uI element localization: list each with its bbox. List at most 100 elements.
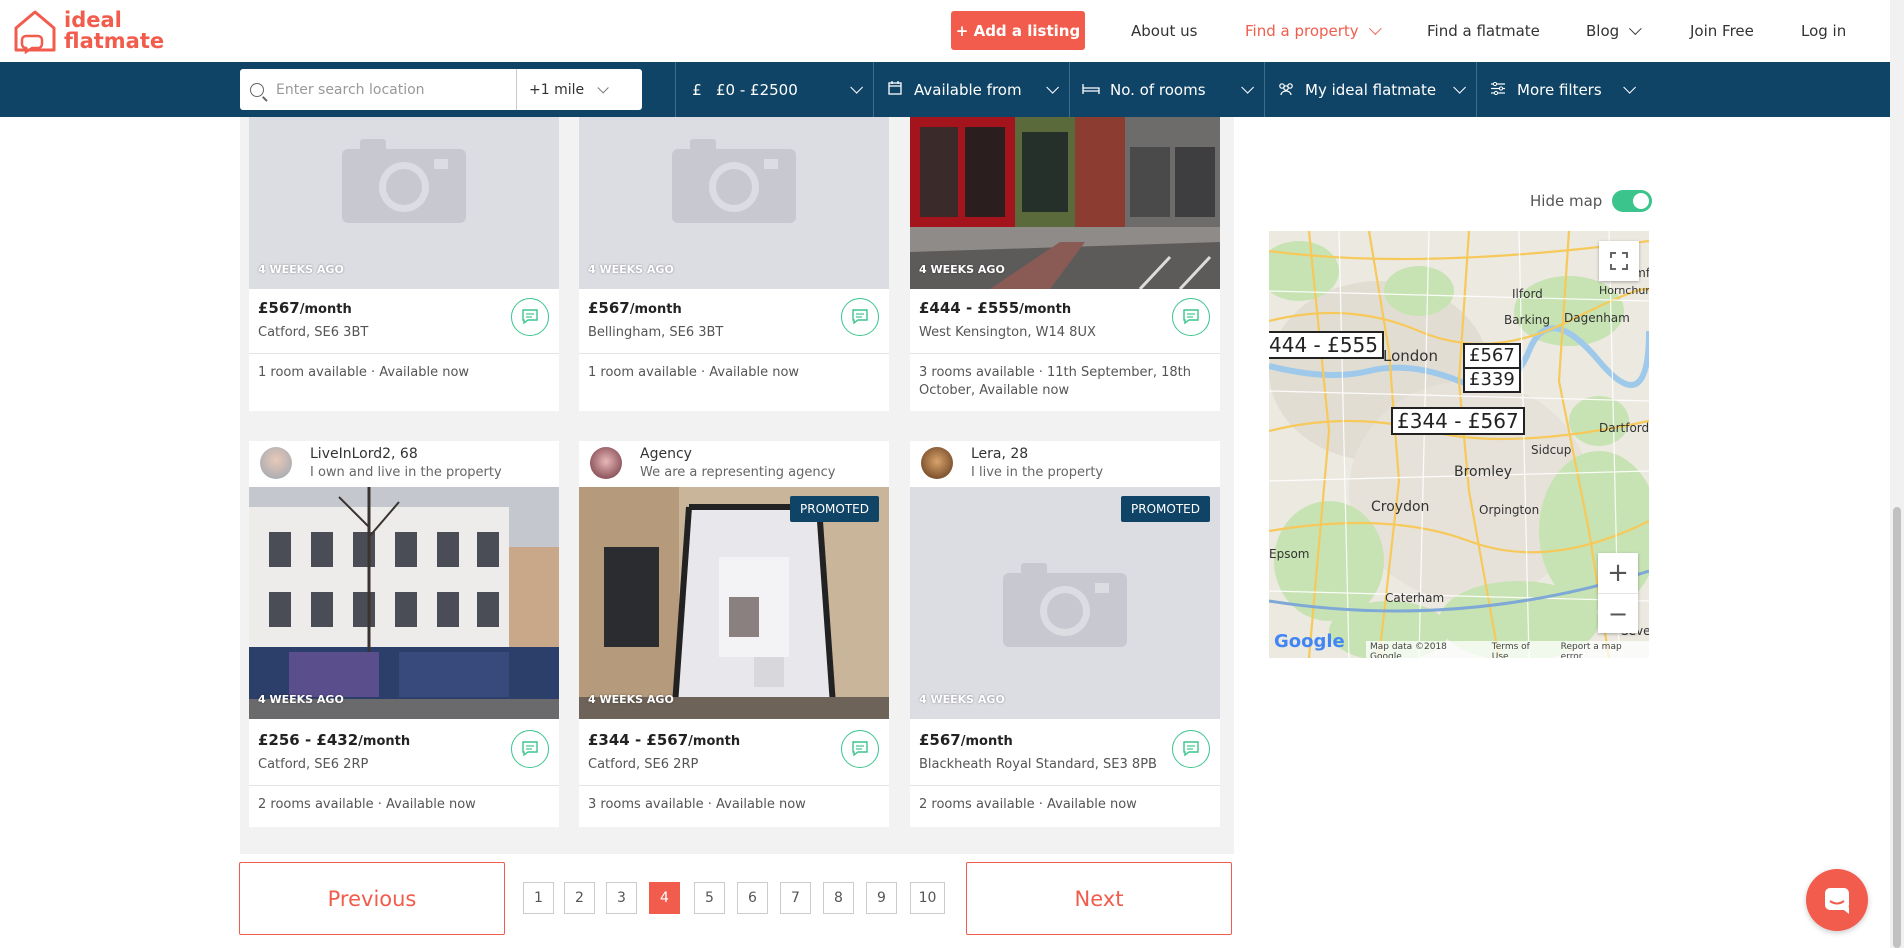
- next-button[interactable]: Next: [966, 862, 1232, 935]
- price-marker[interactable]: 444 - £555: [1269, 331, 1385, 359]
- page-3-button[interactable]: 3: [606, 882, 637, 914]
- listing-photo-street: 4 WEEKS AGO: [910, 117, 1220, 289]
- price-value: £567: [588, 299, 630, 317]
- listing-location: Catford, SE6 2RP: [588, 757, 699, 772]
- listing-owner: Lera, 28 I live in the property: [910, 441, 1220, 487]
- listing-price: £256 - £432/month: [258, 731, 410, 749]
- nav-label: Find a flatmate: [1427, 22, 1540, 40]
- nav-about-us[interactable]: About us: [1131, 0, 1197, 62]
- zoom-out-button[interactable]: −: [1598, 593, 1638, 633]
- terms-link[interactable]: Terms of Use: [1492, 642, 1549, 658]
- price-marker[interactable]: £339: [1463, 367, 1521, 393]
- divider: [249, 353, 559, 354]
- report-error-link[interactable]: Report a map error: [1561, 642, 1645, 658]
- listing-photo-extension: PROMOTED 4 WEEKS AGO: [579, 487, 889, 719]
- map-tiles: [1269, 231, 1649, 658]
- listing-card[interactable]: 4 WEEKS AGO £444 - £555/month West Kensi…: [910, 117, 1220, 411]
- listing-card[interactable]: 4 WEEKS AGO £567/month Bellingham, SE6 3…: [579, 117, 889, 411]
- owner-name: Lera, 28: [971, 446, 1029, 462]
- chat-icon: [852, 309, 868, 325]
- rooms-filter[interactable]: No. of rooms: [1069, 62, 1264, 117]
- owner-role: I own and live in the property: [310, 465, 502, 480]
- available-from-label: Available from: [914, 80, 1022, 99]
- fullscreen-button[interactable]: [1599, 241, 1639, 281]
- chevron-down-icon: [597, 81, 609, 94]
- listing-price: £344 - £567/month: [588, 731, 740, 749]
- promoted-badge: PROMOTED: [1121, 496, 1210, 522]
- map-data-text: Map data ©2018 Google: [1370, 642, 1447, 658]
- listing-card[interactable]: LiveInLord2, 68 I own and live in the pr…: [249, 441, 559, 827]
- nav-find-flatmate[interactable]: Find a flatmate: [1427, 0, 1540, 62]
- page-5-button[interactable]: 5: [694, 882, 725, 914]
- listing-location: West Kensington, W14 8UX: [919, 325, 1096, 340]
- map-place-label: Barking: [1504, 313, 1551, 327]
- chevron-down-icon: [850, 81, 863, 94]
- message-button[interactable]: [1172, 298, 1210, 336]
- page-1-button[interactable]: 1: [523, 882, 554, 914]
- price-marker[interactable]: £567: [1463, 343, 1521, 369]
- previous-button[interactable]: Previous: [239, 862, 505, 935]
- map-place-label: Bromley: [1454, 464, 1513, 480]
- listing-price: £444 - £555/month: [919, 299, 1071, 317]
- divider: [910, 785, 1220, 786]
- listing-age: 4 WEEKS AGO: [258, 693, 344, 706]
- map[interactable]: Ilford Romford Hornchurch Barking Dagenh…: [1269, 231, 1649, 658]
- page-6-button[interactable]: 6: [737, 882, 768, 914]
- price-marker[interactable]: £344 - £567: [1391, 407, 1525, 435]
- building-photo: [249, 487, 559, 719]
- listing-price: £567/month: [588, 299, 682, 317]
- add-listing-button[interactable]: + Add a listing: [951, 11, 1085, 50]
- listing-age: 4 WEEKS AGO: [919, 263, 1005, 276]
- listing-availability: 1 room available · Available now: [258, 365, 470, 380]
- map-place-label: London: [1383, 347, 1438, 365]
- divider: [579, 353, 889, 354]
- search-input[interactable]: Enter search location: [276, 82, 516, 98]
- divider: [249, 785, 559, 786]
- nav-blog[interactable]: Blog: [1586, 0, 1642, 62]
- logo-line-1: ideal: [64, 8, 122, 32]
- map-place-label: Sidcup: [1531, 443, 1572, 457]
- message-button[interactable]: [511, 298, 549, 336]
- nav-find-property[interactable]: Find a property: [1245, 0, 1382, 62]
- google-logo: Google: [1274, 631, 1345, 652]
- ideal-flatmate-filter[interactable]: My ideal flatmate: [1264, 62, 1476, 117]
- price-filter[interactable]: £ £0 - £2500: [675, 62, 873, 117]
- zoom-in-button[interactable]: +: [1598, 553, 1638, 593]
- page-4-button[interactable]: 4: [649, 882, 680, 914]
- avatar: [590, 447, 622, 479]
- scrollbar-thumb[interactable]: [1893, 507, 1901, 948]
- message-button[interactable]: [511, 730, 549, 768]
- nav-label: Find a property: [1245, 22, 1359, 40]
- hide-map-label: Hide map: [1530, 192, 1603, 210]
- message-button[interactable]: [1172, 730, 1210, 768]
- map-place-label: Croydon: [1371, 499, 1430, 515]
- hide-map-toggle[interactable]: Hide map: [1530, 190, 1653, 212]
- price-filter-label: £0 - £2500: [716, 80, 798, 99]
- more-filters[interactable]: More filters: [1476, 62, 1646, 117]
- nav-join-free[interactable]: Join Free: [1690, 0, 1754, 62]
- page-2-button[interactable]: 2: [564, 882, 595, 914]
- page-7-button[interactable]: 7: [780, 882, 811, 914]
- chat-icon: [852, 741, 868, 757]
- available-from-filter[interactable]: Available from: [873, 62, 1069, 117]
- message-button[interactable]: [841, 730, 879, 768]
- owner-role: We are a representing agency: [640, 465, 836, 480]
- radius-select[interactable]: +1 mile: [529, 82, 589, 98]
- chat-widget-button[interactable]: [1806, 869, 1868, 931]
- price-value: £256 - £432: [258, 731, 359, 749]
- page-8-button[interactable]: 8: [823, 882, 854, 914]
- message-button[interactable]: [841, 298, 879, 336]
- page-10-button[interactable]: 10: [910, 882, 945, 914]
- listing-availability: 3 rooms available · Available now: [588, 797, 806, 812]
- nav-log-in[interactable]: Log in: [1801, 0, 1846, 62]
- nav-label: Join Free: [1690, 22, 1754, 40]
- divider: [516, 69, 517, 110]
- listing-card[interactable]: Agency We are a representing agency PROM…: [579, 441, 889, 827]
- listing-age: 4 WEEKS AGO: [588, 263, 674, 276]
- page-9-button[interactable]: 9: [866, 882, 897, 914]
- listing-card[interactable]: Lera, 28 I live in the property PROMOTED…: [910, 441, 1220, 827]
- listing-card[interactable]: 4 WEEKS AGO £567/month Catford, SE6 3BT …: [249, 117, 559, 411]
- logo[interactable]: ideal flatmate: [12, 8, 164, 54]
- chevron-down-icon: [1046, 81, 1059, 94]
- toggle-switch[interactable]: [1612, 190, 1653, 212]
